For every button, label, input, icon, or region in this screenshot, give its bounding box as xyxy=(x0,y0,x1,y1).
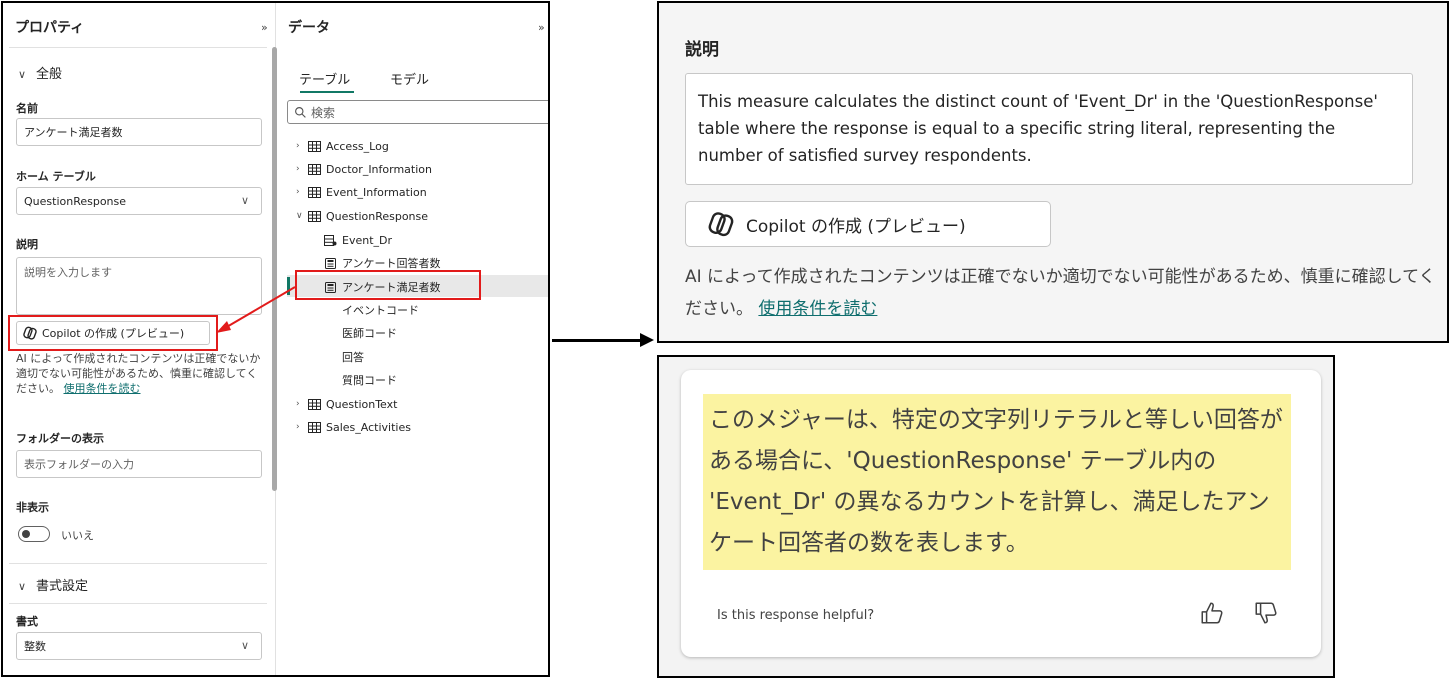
zoomed-copilot-response: このメジャーは、特定の文字列リテラルと等しい回答がある場合に、'Question… xyxy=(657,355,1335,678)
screenshot-left-panel: プロパティ » ∨ 全般 名前 アンケート満足者数 ホーム テーブル Questi… xyxy=(1,1,550,677)
ai-disclaimer: AI によって作成されたコンテンツは正確でないか適切でない可能性があるため、慎重… xyxy=(685,267,1436,319)
zoomed-description-panel: 説明 This measure calculates the distinct … xyxy=(657,1,1449,343)
response-text: このメジャーは、特定の文字列リテラルと等しい回答がある場合に、'Question… xyxy=(709,407,1283,556)
red-connector-arrow xyxy=(216,286,296,333)
arrow-line xyxy=(552,339,642,342)
helpful-prompt: Is this response helpful? xyxy=(717,608,875,623)
thumbs-up-icon[interactable] xyxy=(1199,600,1225,626)
copilot-create-button[interactable]: Copilot の作成 (プレビュー) xyxy=(685,201,1051,247)
terms-link[interactable]: 使用条件を読む xyxy=(758,299,877,319)
arrow-head xyxy=(640,333,654,347)
description-title: 説明 xyxy=(685,40,719,60)
response-card: このメジャーは、特定の文字列リテラルと等しい回答がある場合に、'Question… xyxy=(681,370,1321,657)
copilot-icon xyxy=(708,212,734,237)
thumbs-down-icon[interactable] xyxy=(1253,600,1279,626)
description-textarea[interactable]: This measure calculates the distinct cou… xyxy=(685,73,1413,185)
